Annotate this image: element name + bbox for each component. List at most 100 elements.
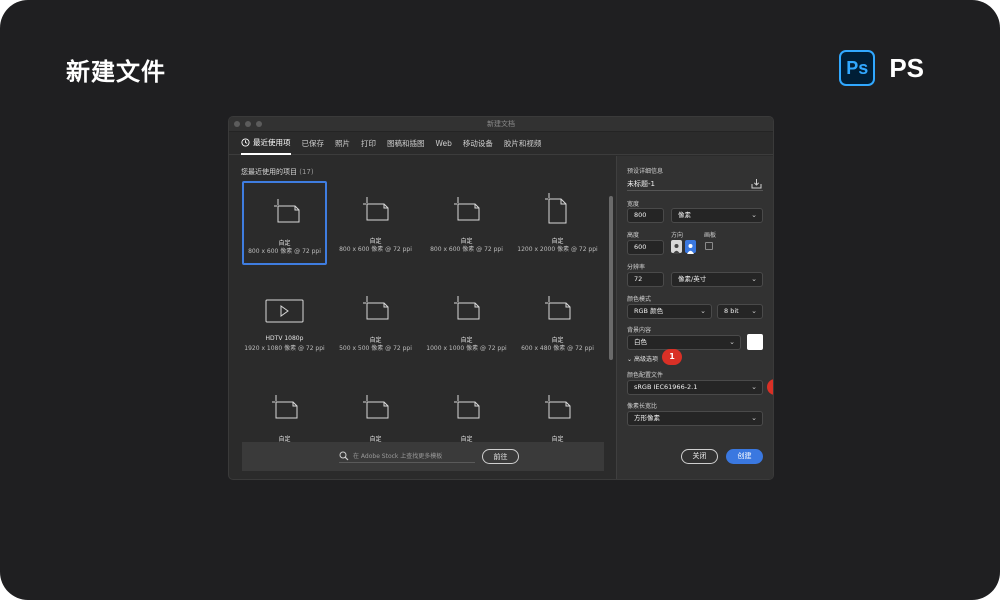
tab-recent[interactable]: 最近使用项 — [241, 132, 291, 155]
recent-section-label: 您最近使用的项目 (17) — [241, 167, 314, 177]
chevron-down-icon: ⌄ — [751, 211, 757, 219]
adobe-stock-bar: 在 Adobe Stock 上查找更多模板 前往 — [242, 442, 604, 471]
width-unit-select[interactable]: 像素 ⌄ — [671, 208, 763, 223]
pixel-aspect-select[interactable]: 方形像素 ⌄ — [627, 411, 763, 426]
preset-name: HDTV 1080p — [265, 335, 304, 342]
document-name-field[interactable]: 未标题-1 — [627, 179, 655, 189]
doc-crop-icon — [454, 197, 480, 221]
window-controls — [234, 121, 262, 127]
preset-card[interactable]: 自定 800 x 600 像素 @ 72 ppi — [242, 181, 327, 265]
width-unit-value: 像素 — [678, 211, 691, 219]
color-profile-label: 颜色配置文件 — [627, 372, 664, 379]
preset-card[interactable]: 自定 500 x 500 像素 @ 72 ppi — [333, 280, 418, 364]
preset-card[interactable]: 自定 800 x 600 像素 @ 72 ppi — [333, 181, 418, 265]
tab-web[interactable]: Web — [436, 132, 452, 155]
person-icon — [687, 244, 694, 254]
scrollbar[interactable] — [609, 196, 613, 360]
preset-card[interactable]: 自定 800 x 600 像素 @ 72 ppi — [424, 181, 509, 265]
recent-label: 您最近使用的项目 — [241, 168, 297, 176]
preset-card[interactable]: 自定 1200 x 2000 像素 @ 72 ppi — [515, 181, 600, 265]
brand-text: PS — [889, 52, 924, 83]
resolution-label: 分辨率 — [627, 264, 646, 271]
preset-card[interactable]: 自定 600 x 480 像素 @ 72 ppi — [515, 280, 600, 364]
resolution-input[interactable]: 72 — [627, 272, 664, 287]
maximize-window-button[interactable] — [256, 121, 262, 127]
chevron-down-icon: ⌄ — [729, 338, 735, 346]
portrait-orientation-button[interactable] — [671, 240, 682, 254]
create-button[interactable]: 创建 — [726, 449, 763, 464]
window-title: 新建文档 — [487, 120, 515, 128]
chevron-down-icon: ⌄ — [627, 356, 633, 363]
search-icon — [339, 451, 349, 461]
preset-card[interactable]: HDTV 1080p 1920 x 1080 像素 @ 72 ppi — [242, 280, 327, 364]
height-label: 高度 — [627, 232, 640, 239]
preset-card[interactable]: 自定 1000 x 1000 像素 @ 72 ppi — [424, 280, 509, 364]
tab-film-video[interactable]: 胶片和视频 — [504, 132, 542, 155]
preset-size: 1200 x 2000 像素 @ 72 ppi — [517, 246, 598, 253]
person-icon — [673, 244, 680, 254]
preset-size: 500 x 500 像素 @ 72 ppi — [339, 345, 412, 352]
step-badge-2: 2 — [767, 379, 773, 395]
new-document-dialog: 新建文档 最近使用项 已保存 照片 打印 图稿和插图 Web 移动设备 胶片和视… — [229, 117, 773, 479]
tab-label: 最近使用项 — [253, 137, 291, 147]
minimize-window-button[interactable] — [245, 121, 251, 127]
presets-panel: 您最近使用的项目 (17) 自定 800 x 600 像素 @ 72 ppi 自定 8… — [229, 156, 615, 479]
bit-depth-value: 8 bit — [724, 307, 739, 315]
color-profile-select[interactable]: sRGB IEC61966-2.1 ⌄ — [627, 380, 763, 395]
save-preset-icon[interactable] — [751, 178, 762, 189]
tab-saved[interactable]: 已保存 — [302, 132, 325, 155]
title-bar: 新建文档 — [229, 117, 773, 132]
chevron-down-icon: ⌄ — [751, 383, 757, 391]
landscape-orientation-button[interactable] — [685, 240, 696, 254]
bit-depth-select[interactable]: 8 bit ⌄ — [717, 304, 763, 319]
step-badge-1: 1 — [662, 349, 682, 365]
chevron-down-icon: ⌄ — [751, 307, 757, 315]
stock-search-input[interactable]: 在 Adobe Stock 上查找更多模板 — [339, 450, 475, 463]
height-input[interactable]: 600 — [627, 240, 664, 255]
background-select[interactable]: 白色 ⌄ — [627, 335, 741, 350]
pixel-aspect-label: 像素长宽比 — [627, 403, 658, 410]
width-input[interactable]: 800 — [627, 208, 664, 223]
chevron-down-icon: ⌄ — [700, 307, 706, 315]
doc-portrait-icon — [545, 193, 567, 224]
tab-photo[interactable]: 照片 — [335, 132, 350, 155]
tab-mobile[interactable]: 移动设备 — [463, 132, 493, 155]
slide-card: 新建文件 Ps PS 新建文档 最近使用项 已保存 照片 打印 图稿和插图 We… — [0, 0, 1000, 600]
preset-size: 1000 x 1000 像素 @ 72 ppi — [426, 345, 507, 352]
preset-size: 800 x 600 像素 @ 72 ppi — [430, 246, 503, 253]
doc-crop-icon — [363, 395, 389, 419]
clock-icon — [241, 137, 250, 147]
close-button[interactable]: 关闭 — [681, 449, 718, 464]
video-icon — [265, 299, 304, 323]
advanced-options-toggle[interactable]: ⌄ 高级选项 — [627, 354, 658, 363]
artboard-label: 画板 — [704, 232, 717, 239]
background-color-swatch[interactable] — [747, 334, 763, 350]
background-label: 背景内容 — [627, 327, 652, 334]
tab-print[interactable]: 打印 — [361, 132, 376, 155]
doc-crop-icon — [545, 395, 571, 419]
color-mode-select[interactable]: RGB 颜色 ⌄ — [627, 304, 712, 319]
color-mode-label: 颜色模式 — [627, 296, 652, 303]
preset-size: 800 x 600 像素 @ 72 ppi — [248, 248, 321, 255]
brand: Ps PS — [839, 50, 924, 86]
background-value: 白色 — [634, 338, 647, 346]
doc-crop-icon — [363, 197, 389, 221]
preset-size: 1920 x 1080 像素 @ 72 ppi — [244, 345, 325, 352]
artboard-checkbox[interactable] — [705, 242, 713, 250]
doc-crop-icon — [454, 395, 480, 419]
recent-count: (17) — [299, 168, 314, 176]
advanced-options-label: 高级选项 — [633, 356, 658, 363]
close-window-button[interactable] — [234, 121, 240, 127]
tab-art-illustration[interactable]: 图稿和插图 — [387, 132, 425, 155]
page-title: 新建文件 — [66, 58, 166, 86]
go-button[interactable]: 前往 — [482, 449, 519, 464]
preset-details-panel: 预设详细信息 未标题-1 宽度 800 像素 ⌄ 高度 600 方向 画板 分辨率… — [616, 156, 773, 479]
pixel-aspect-value: 方形像素 — [634, 414, 660, 422]
chevron-down-icon: ⌄ — [751, 275, 757, 283]
photoshop-logo-icon: Ps — [839, 50, 876, 86]
details-header: 预设详细信息 — [627, 168, 664, 175]
resolution-unit-select[interactable]: 像素/英寸 ⌄ — [671, 272, 763, 287]
width-label: 宽度 — [627, 201, 640, 208]
doc-crop-icon — [454, 296, 480, 320]
doc-crop-icon — [274, 199, 300, 223]
